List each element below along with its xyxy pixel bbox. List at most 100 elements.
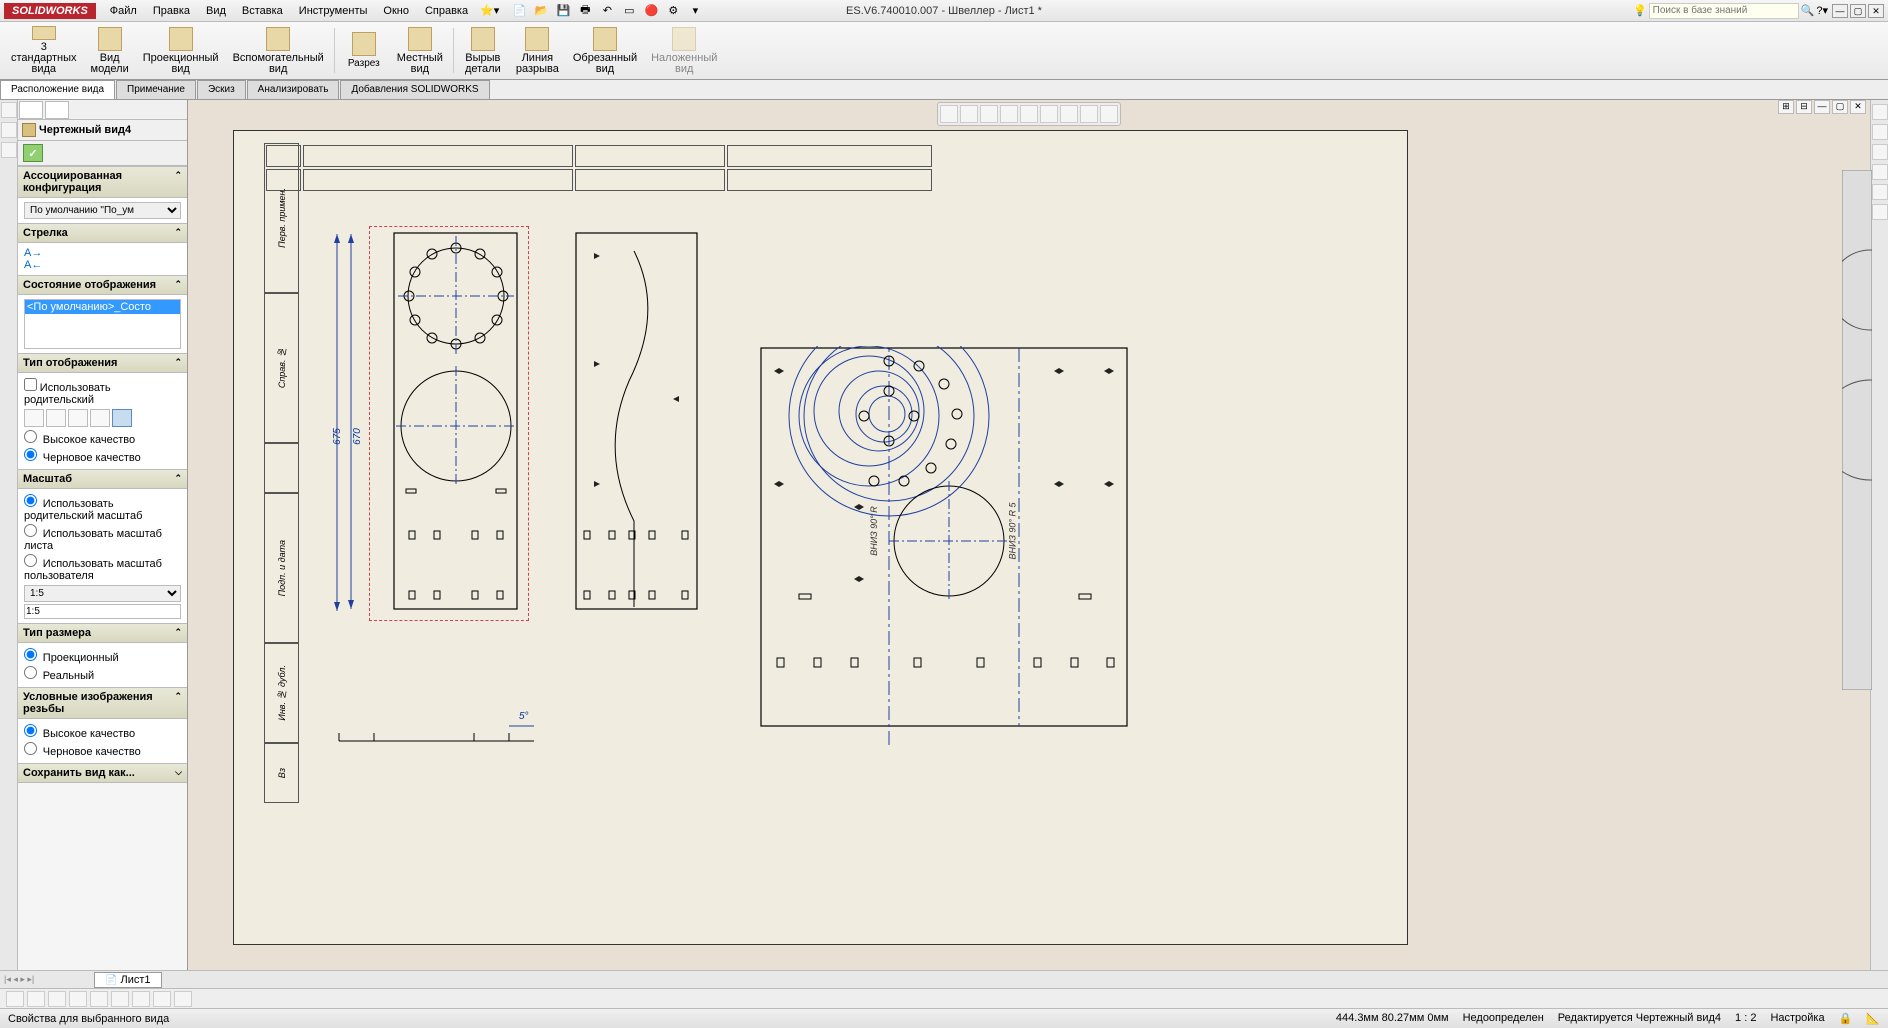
dim-5deg[interactable]: 5°: [519, 711, 529, 722]
ribbon-aux-view[interactable]: Вспомогательныйвид: [227, 24, 330, 77]
drawing-view-3[interactable]: [759, 346, 1129, 746]
menu-help[interactable]: Справка: [417, 2, 476, 20]
dim-true-radio[interactable]: Реальный: [24, 665, 181, 683]
qat-new-icon[interactable]: 📄: [509, 2, 529, 20]
taskpane-view-palette-icon[interactable]: [1872, 164, 1888, 180]
assoc-config-select[interactable]: По умолчанию "По_ум: [24, 202, 181, 219]
taskpane-appearance-icon[interactable]: [1872, 184, 1888, 200]
thread-high-radio[interactable]: Высокое качество: [24, 723, 181, 741]
tab-evaluate[interactable]: Анализировать: [247, 80, 340, 99]
ribbon-section[interactable]: Разрез: [339, 24, 389, 77]
pm-tab-feature[interactable]: [19, 101, 43, 119]
qb-2[interactable]: [27, 991, 45, 1007]
ribbon-break-line[interactable]: Линияразрыва: [510, 24, 565, 77]
ribbon-alternate-view[interactable]: Наложенныйвид: [645, 24, 723, 77]
leftbar-btn-3[interactable]: [1, 142, 17, 158]
status-mode[interactable]: Настройка: [1770, 1012, 1824, 1025]
zoom-fit-icon[interactable]: [940, 105, 958, 123]
drawing-sheet[interactable]: Перв. примен. Справ. № Подп. и дата Инв.…: [233, 130, 1408, 945]
scale-preset-select[interactable]: 1:5: [24, 585, 181, 602]
menu-overflow-icon[interactable]: ⭐▾: [480, 4, 499, 17]
taskpane-design-lib-icon[interactable]: [1872, 124, 1888, 140]
qb-9[interactable]: [174, 991, 192, 1007]
qat-open-icon[interactable]: 📂: [531, 2, 551, 20]
qat-rebuild-icon[interactable]: 🔴: [641, 2, 661, 20]
help-icon[interactable]: ?▾: [1816, 4, 1828, 17]
scale-custom-input[interactable]: [24, 604, 181, 619]
arrow-a-minus[interactable]: A←: [24, 259, 42, 271]
tab-sw-addins[interactable]: Добавления SOLIDWORKS: [340, 80, 489, 99]
tab-annotation[interactable]: Примечание: [116, 80, 196, 99]
pm-tab-property[interactable]: [45, 101, 69, 119]
leftbar-btn-1[interactable]: [1, 102, 17, 118]
taskpane-file-explorer-icon[interactable]: [1872, 144, 1888, 160]
status-lock-icon[interactable]: 🔒: [1839, 1012, 1853, 1025]
status-units-icon[interactable]: 📐: [1866, 1012, 1880, 1025]
scale-user-radio[interactable]: Использовать масштаб пользователя: [24, 553, 181, 583]
rotate-icon[interactable]: [1020, 105, 1038, 123]
pan-icon[interactable]: [1000, 105, 1018, 123]
arrow-a-plus[interactable]: A→: [24, 247, 42, 259]
qat-more-icon[interactable]: ▾: [685, 2, 705, 20]
tab-view-layout[interactable]: Расположение вида: [0, 80, 115, 99]
qat-select-icon[interactable]: ▭: [619, 2, 639, 20]
qb-8[interactable]: [153, 991, 171, 1007]
sheet-tab-1[interactable]: 📄 Лист1: [94, 972, 161, 988]
disp-style-4[interactable]: [90, 409, 110, 427]
pm-hdr-thread[interactable]: Условные изображения резьбы⌃: [18, 687, 187, 719]
menu-window[interactable]: Окно: [375, 2, 417, 20]
search-icon[interactable]: 🔍: [1801, 4, 1815, 17]
ribbon-3std-views[interactable]: 3стандартныхвида: [5, 24, 83, 77]
use-parent-check[interactable]: Использовать родительский: [24, 377, 181, 407]
window-close[interactable]: ✕: [1868, 4, 1884, 18]
qb-5[interactable]: [90, 991, 108, 1007]
ribbon-model-view[interactable]: Видмодели: [85, 24, 135, 77]
qb-7[interactable]: [132, 991, 150, 1007]
ribbon-crop-view[interactable]: Обрезанныйвид: [567, 24, 643, 77]
kb-search-input[interactable]: [1649, 3, 1799, 19]
drawing-canvas[interactable]: ⊞ ⊟ — ▢ ✕ Перв. примен.: [188, 100, 1870, 970]
disp-style-1[interactable]: [24, 409, 44, 427]
drawing-view-1[interactable]: [384, 231, 519, 611]
tab-sketch[interactable]: Эскиз: [197, 80, 246, 99]
zoom-prev-icon[interactable]: [980, 105, 998, 123]
qat-options-icon[interactable]: ⚙: [663, 2, 683, 20]
qb-3[interactable]: [48, 991, 66, 1007]
taskpane-resources-icon[interactable]: [1872, 104, 1888, 120]
qb-1[interactable]: [6, 991, 24, 1007]
leftbar-btn-2[interactable]: [1, 122, 17, 138]
qat-print-icon[interactable]: 🖶: [575, 2, 595, 20]
ribbon-broken-out[interactable]: Вырывдетали: [458, 24, 508, 77]
draft-quality-radio[interactable]: Черновое качество: [24, 447, 181, 465]
taskpane-custom-props-icon[interactable]: [1872, 204, 1888, 220]
doc-tile2-icon[interactable]: ⊟: [1796, 100, 1812, 114]
zoom-area-icon[interactable]: [960, 105, 978, 123]
pm-hdr-assoc-config[interactable]: Ассоциированная конфигурация⌃: [18, 166, 187, 198]
status-scale[interactable]: 1 : 2: [1735, 1012, 1756, 1025]
scale-sheet-radio[interactable]: Использовать масштаб листа: [24, 523, 181, 553]
drawing-view-2[interactable]: [574, 231, 699, 611]
menu-tools[interactable]: Инструменты: [291, 2, 376, 20]
pm-hdr-save-as[interactable]: Сохранить вид как...⌵: [18, 763, 187, 783]
pm-ok-button[interactable]: ✓: [23, 144, 43, 162]
doc-tile-icon[interactable]: ⊞: [1778, 100, 1794, 114]
menu-view[interactable]: Вид: [198, 2, 234, 20]
qb-6[interactable]: [111, 991, 129, 1007]
disp-style-3[interactable]: [68, 409, 88, 427]
section-icon[interactable]: [1040, 105, 1058, 123]
window-restore[interactable]: ▢: [1850, 4, 1866, 18]
ribbon-projected-view[interactable]: Проекционныйвид: [137, 24, 225, 77]
qb-4[interactable]: [69, 991, 87, 1007]
pm-hdr-display-state[interactable]: Состояние отображения⌃: [18, 275, 187, 295]
doc-close-icon[interactable]: ✕: [1850, 100, 1866, 114]
appearance-icon[interactable]: [1100, 105, 1118, 123]
qat-save-icon[interactable]: 💾: [553, 2, 573, 20]
qat-undo-icon[interactable]: ↶: [597, 2, 617, 20]
pm-hdr-display-type[interactable]: Тип отображения⌃: [18, 353, 187, 373]
menu-insert[interactable]: Вставка: [234, 2, 291, 20]
menu-edit[interactable]: Правка: [145, 2, 198, 20]
menu-file[interactable]: Файл: [102, 2, 145, 20]
display-state-item[interactable]: <По умолчанию>_Состо: [25, 300, 180, 314]
pm-hdr-arrow[interactable]: Стрелка⌃: [18, 223, 187, 243]
scale-parent-radio[interactable]: Использовать родительский масштаб: [24, 493, 181, 523]
